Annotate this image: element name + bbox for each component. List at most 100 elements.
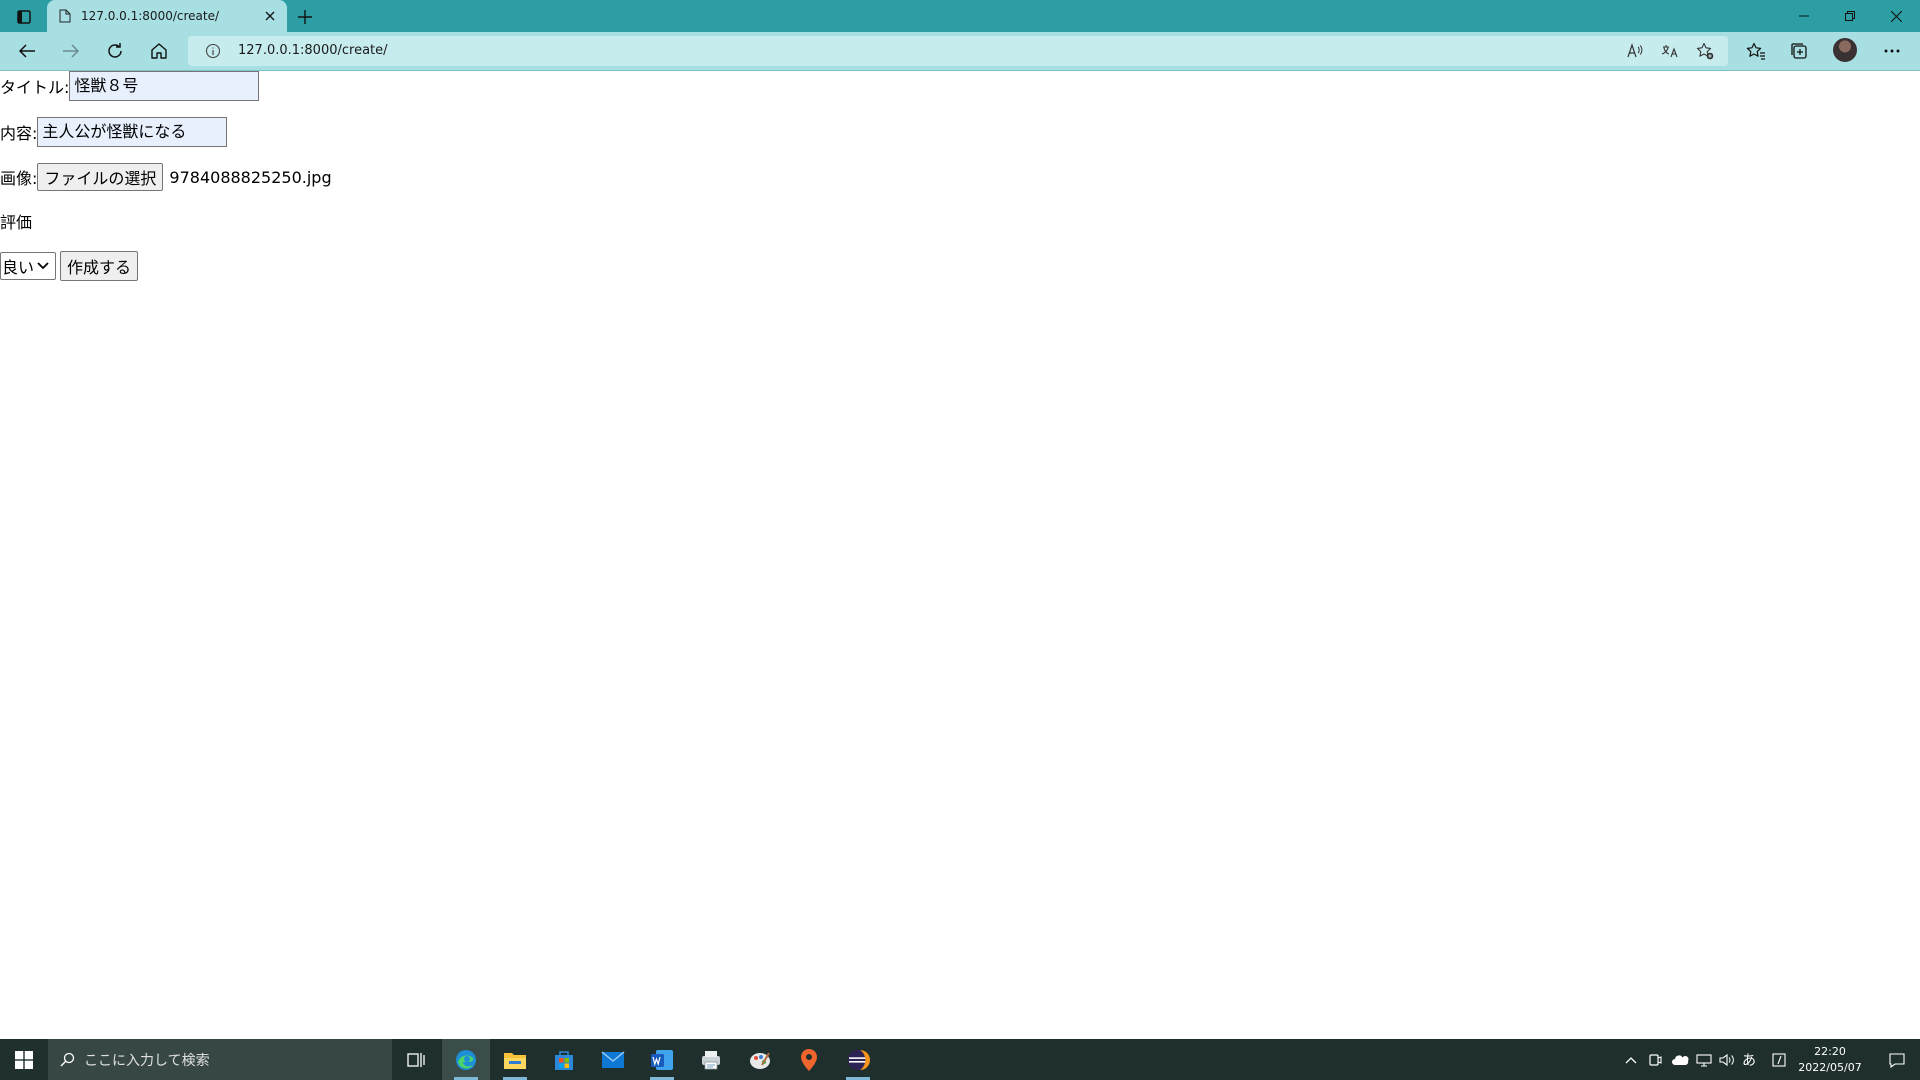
taskbar-eclipse[interactable]: [834, 1039, 882, 1080]
chevron-down-icon: [37, 262, 49, 270]
search-icon: [60, 1052, 75, 1066]
title-input[interactable]: 怪獣８号: [69, 71, 260, 101]
read-aloud-icon: [1627, 43, 1643, 58]
image-label: 画像:: [0, 169, 38, 188]
new-tab-button[interactable]: [292, 5, 318, 29]
taskbar-microsoft-store[interactable]: [540, 1039, 588, 1080]
browser-toolbar: 127.0.0.1:8000/create/: [0, 32, 1920, 71]
content-input[interactable]: 主人公が怪獣になる: [37, 117, 228, 147]
refresh-button[interactable]: [99, 36, 131, 66]
store-icon: [555, 1050, 573, 1070]
read-aloud-button[interactable]: [1622, 39, 1648, 63]
minimize-button[interactable]: [1781, 0, 1827, 32]
taskbar-app-6[interactable]: [687, 1039, 735, 1080]
notification-icon: [1889, 1052, 1905, 1068]
network-icon: [1696, 1053, 1712, 1067]
ime-mode-button[interactable]: [1768, 1039, 1790, 1080]
forward-button[interactable]: [55, 36, 87, 66]
translate-button[interactable]: [1657, 39, 1683, 63]
more-icon: [1884, 49, 1900, 53]
title-label: タイトル:: [0, 78, 70, 97]
browser-tab[interactable]: 127.0.0.1:8000/create/: [47, 0, 287, 32]
title-row: タイトル: 怪獣８号: [0, 71, 260, 101]
star-add-icon: [1696, 42, 1714, 60]
map-pin-icon: [801, 1048, 817, 1071]
restore-icon: [1845, 11, 1855, 21]
rating-select[interactable]: 良い: [0, 252, 56, 280]
rating-selected-value: 良い: [2, 258, 35, 277]
taskbar-app-8[interactable]: [785, 1039, 833, 1080]
ime-pad-icon: [1772, 1052, 1786, 1067]
info-icon: [205, 43, 221, 59]
task-view-icon: [407, 1052, 425, 1067]
mail-icon: [601, 1050, 625, 1068]
browser-titlebar: 127.0.0.1:8000/create/: [0, 0, 1920, 32]
clock-time: 22:20: [1814, 1045, 1846, 1058]
cloud-icon: [1672, 1054, 1689, 1065]
minimize-icon: [1799, 15, 1809, 17]
site-info-button[interactable]: [200, 39, 226, 63]
taskbar-file-explorer[interactable]: [491, 1039, 539, 1080]
speaker-icon: [1719, 1053, 1734, 1066]
close-icon: [265, 11, 275, 21]
onedrive-button[interactable]: [1668, 1039, 1692, 1080]
start-button[interactable]: [0, 1039, 48, 1080]
file-select-button[interactable]: ファイルの選択: [37, 163, 164, 191]
tab-actions-icon: [17, 10, 31, 24]
content-label: 内容:: [0, 124, 38, 143]
collections-icon: [1791, 43, 1807, 59]
favorites-button[interactable]: [1740, 36, 1772, 66]
edge-browser-icon: [456, 1049, 476, 1070]
taskbar-mail[interactable]: [589, 1039, 637, 1080]
page-content: タイトル: 怪獣８号 内容: 主人公が怪獣になる 画像: ファイルの選択 978…: [0, 71, 1920, 1039]
rating-row: 良い 作成する: [0, 251, 139, 281]
plus-icon: [298, 10, 312, 24]
camera-icon: [1649, 1053, 1662, 1066]
tab-close-button[interactable]: [259, 5, 281, 27]
back-button[interactable]: [11, 36, 43, 66]
profile-avatar[interactable]: [1833, 38, 1857, 62]
address-bar[interactable]: 127.0.0.1:8000/create/: [188, 36, 1728, 66]
meet-now-button[interactable]: [1644, 1039, 1666, 1080]
search-placeholder: ここに入力して検索: [84, 1052, 210, 1069]
printer-app-icon: [702, 1050, 720, 1069]
taskbar-clock[interactable]: 22:20 2022/05/07: [1790, 1044, 1870, 1076]
rating-label: 評価: [0, 213, 33, 232]
folder-icon: [504, 1052, 526, 1069]
restore-button[interactable]: [1827, 0, 1873, 32]
taskbar-search-box[interactable]: ここに入力して検索: [48, 1039, 392, 1080]
home-icon: [151, 43, 167, 59]
volume-button[interactable]: [1716, 1039, 1738, 1080]
rating-label-row: 評価: [0, 209, 32, 233]
show-hidden-icons-button[interactable]: [1620, 1039, 1642, 1080]
task-view-button[interactable]: [392, 1039, 440, 1080]
window-close-button[interactable]: [1873, 0, 1919, 32]
paint-app-icon: [750, 1051, 770, 1069]
ime-indicator[interactable]: あ: [1738, 1039, 1760, 1080]
tab-title: 127.0.0.1:8000/create/: [81, 9, 220, 23]
create-submit-button[interactable]: 作成する: [60, 251, 139, 281]
add-favorite-button[interactable]: [1692, 39, 1718, 63]
settings-menu-button[interactable]: [1876, 36, 1908, 66]
taskbar-app-7[interactable]: [736, 1039, 784, 1080]
windows-taskbar: ここに入力して検索 あ 22:20 2022/05/07: [0, 1039, 1920, 1080]
clock-date: 2022/05/07: [1798, 1061, 1862, 1074]
translate-icon: [1661, 45, 1678, 58]
arrow-left-icon: [18, 44, 35, 58]
chevron-up-icon: [1625, 1056, 1637, 1063]
url-text[interactable]: 127.0.0.1:8000/create/: [238, 43, 388, 58]
word-icon: [651, 1049, 673, 1070]
notification-center-button[interactable]: [1874, 1039, 1920, 1080]
favorites-icon: [1746, 42, 1765, 60]
taskbar-word[interactable]: [638, 1039, 686, 1080]
close-icon: [1890, 10, 1902, 22]
arrow-right-icon: [63, 44, 80, 58]
windows-logo-icon: [15, 1050, 33, 1069]
collections-button[interactable]: [1783, 36, 1815, 66]
network-button[interactable]: [1693, 1039, 1715, 1080]
refresh-icon: [108, 43, 122, 58]
home-button[interactable]: [143, 36, 175, 66]
tab-actions-menu-button[interactable]: [10, 6, 38, 28]
taskbar-edge[interactable]: [442, 1039, 490, 1080]
selected-file-name: 9784088825250.jpg: [169, 167, 332, 187]
